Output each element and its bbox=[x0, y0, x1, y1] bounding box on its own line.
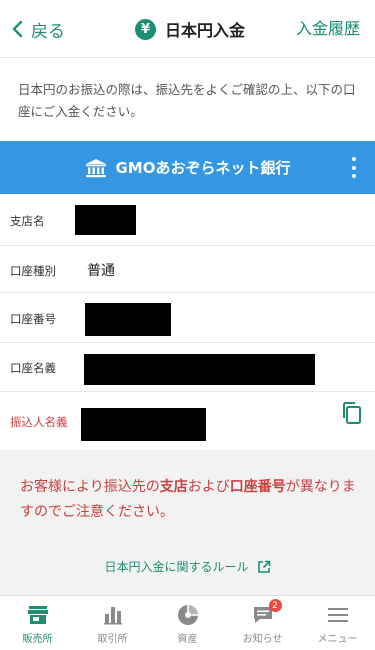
tab-label: メニュー bbox=[317, 634, 358, 645]
account-holder-redacted bbox=[84, 354, 315, 385]
deposit-history-link[interactable]: 入金履歴 bbox=[296, 17, 360, 41]
tab-exchange[interactable]: 取引所 bbox=[75, 596, 150, 650]
bank-name: GMOあおぞらネット銀行 bbox=[115, 159, 291, 177]
chevron-left-icon bbox=[12, 20, 23, 38]
deposit-rules-label: 日本円入金に関するルール bbox=[104, 560, 249, 574]
copy-icon[interactable] bbox=[341, 401, 363, 430]
tab-notifications[interactable]: 2 お知らせ bbox=[225, 596, 300, 650]
account-number-row: 口座番号 bbox=[0, 293, 375, 343]
page-title: 日本円入金 bbox=[165, 21, 246, 40]
tab-label: 販売所 bbox=[22, 634, 53, 645]
account-number-label: 口座番号 bbox=[10, 312, 56, 326]
depositor-name-row: 振込人名義 bbox=[0, 392, 375, 450]
tab-assets[interactable]: 資産 bbox=[150, 596, 225, 650]
bank-icon bbox=[85, 158, 107, 178]
tab-label: 資産 bbox=[177, 634, 198, 645]
bank-header: GMOあおぞらネット銀行 bbox=[0, 141, 375, 194]
tab-label: 取引所 bbox=[97, 634, 128, 645]
tab-menu[interactable]: メニュー bbox=[300, 596, 375, 650]
branch-redacted bbox=[75, 205, 136, 235]
tab-label: お知らせ bbox=[242, 634, 283, 645]
page-title-group: ¥ 日本円入金 bbox=[135, 17, 245, 41]
bar-chart-icon bbox=[103, 604, 123, 626]
yen-icon: ¥ bbox=[135, 18, 156, 40]
account-holder-label: 口座名義 bbox=[10, 361, 56, 375]
message-icon: 2 bbox=[252, 599, 282, 626]
pie-chart-icon bbox=[177, 604, 199, 626]
depositor-name-redacted bbox=[81, 408, 206, 441]
bottom-tab-bar: 販売所 取引所 資産 2 お知らせ メニュー bbox=[0, 595, 375, 650]
back-button[interactable]: 戻る bbox=[12, 17, 65, 42]
account-type-value: 普通 bbox=[87, 263, 115, 279]
transfer-notice: 日本円のお振込の際は、振込先をよくご確認の上、以下の口座にご入金ください。 bbox=[0, 59, 375, 141]
more-options-icon[interactable] bbox=[347, 155, 361, 180]
account-type-label: 口座種別 bbox=[10, 264, 56, 278]
depositor-name-label: 振込人名義 bbox=[10, 415, 68, 429]
branch-row: 支店名 bbox=[0, 194, 375, 246]
back-label: 戻る bbox=[31, 21, 65, 42]
app-header: 戻る ¥ 日本円入金 入金履歴 bbox=[0, 0, 375, 58]
notification-badge: 2 bbox=[268, 599, 282, 612]
account-type-row: 口座種別 普通 bbox=[0, 246, 375, 293]
account-holder-row: 口座名義 bbox=[0, 343, 375, 392]
deposit-rules-link[interactable]: 日本円入金に関するルール bbox=[0, 558, 375, 575]
tab-store[interactable]: 販売所 bbox=[0, 596, 75, 650]
store-icon bbox=[27, 604, 49, 626]
menu-icon bbox=[327, 604, 349, 626]
warning-panel: お客様により振込先の支店および口座番号が異なりますのでご注意ください。 日本円入… bbox=[0, 450, 375, 595]
warning-text: お客様により振込先の支店および口座番号が異なりますのでご注意ください。 bbox=[20, 479, 356, 520]
external-link-icon bbox=[257, 560, 270, 573]
account-number-redacted bbox=[85, 303, 171, 336]
branch-label: 支店名 bbox=[10, 214, 45, 228]
